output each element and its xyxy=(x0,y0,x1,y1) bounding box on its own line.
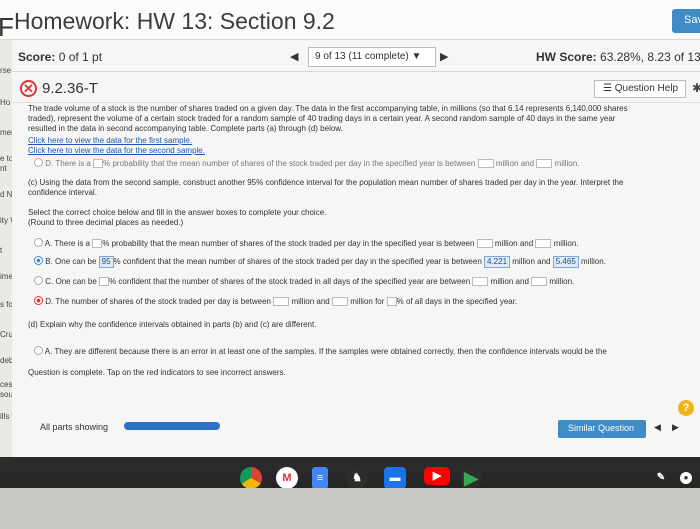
question-help-button[interactable]: ☰ Question Help xyxy=(594,80,686,98)
sidebar-fragment[interactable]: sources xyxy=(0,390,12,399)
answer-box[interactable] xyxy=(477,159,494,168)
next-part-icon[interactable]: ▶ xyxy=(672,422,679,433)
answer-box[interactable] xyxy=(535,239,552,248)
radio-icon[interactable] xyxy=(34,276,43,285)
device-bezel xyxy=(0,488,700,529)
answer-value[interactable]: 95 xyxy=(98,256,114,268)
option-c[interactable]: C. One can be % confident that the numbe… xyxy=(34,276,574,287)
part-c-text: confidence interval. xyxy=(28,188,97,197)
parts-progress-bar xyxy=(124,422,220,430)
answer-box[interactable] xyxy=(531,277,548,286)
intro-text: The trade volume of a stock is the numbe… xyxy=(28,104,628,113)
play-store-icon[interactable]: ▶ xyxy=(460,467,482,489)
sidebar-fragment[interactable]: rse xyxy=(0,66,11,75)
answer-box[interactable] xyxy=(476,239,493,248)
sidebar-fragment[interactable]: t xyxy=(0,246,2,255)
part-c-text: (c) Using the data from the second sampl… xyxy=(28,178,624,187)
youtube-icon[interactable]: ▶ xyxy=(424,467,450,485)
sidebar-fragment[interactable]: nt xyxy=(0,164,7,173)
answer-box[interactable] xyxy=(99,277,110,286)
option-b[interactable]: B. One can be 95% confident that the mea… xyxy=(34,256,606,268)
next-question-icon[interactable]: ▶ xyxy=(440,50,448,63)
question-body: The trade volume of a stock is the numbe… xyxy=(12,104,700,457)
prev-question-icon[interactable]: ◀ xyxy=(290,50,298,63)
save-button[interactable]: Sav xyxy=(672,9,700,33)
part-d-option-a[interactable]: A. They are different because there is a… xyxy=(34,346,607,357)
similar-question-button[interactable]: Similar Question xyxy=(558,420,646,438)
radio-icon[interactable] xyxy=(34,346,43,355)
sidebar-fragment[interactable]: debool xyxy=(0,356,12,365)
browser-screen: F Homework: HW 13: Section 9.2 Sav rse H… xyxy=(0,0,700,457)
answer-value[interactable]: 5.465 xyxy=(552,256,579,268)
help-question-icon[interactable]: ? xyxy=(678,400,694,416)
complete-message: Question is complete. Tap on the red ind… xyxy=(28,368,286,377)
answer-box[interactable] xyxy=(273,297,290,306)
intro-text: traded), represent the volume of a certa… xyxy=(28,114,616,123)
app-icon[interactable]: ♞ xyxy=(346,467,368,489)
sidebar-fragment[interactable]: ills for S xyxy=(0,412,12,421)
left-sidebar-cutoff: rse Ho mer e to nt d No ity W t imedi s … xyxy=(0,40,12,457)
chrome-icon[interactable] xyxy=(240,467,262,489)
sidebar-fragment[interactable]: e to xyxy=(0,154,12,163)
intro-text: resulted in the data in second accompany… xyxy=(28,124,343,133)
sidebar-fragment[interactable]: imedi xyxy=(0,272,12,281)
incorrect-icon[interactable]: ✕ xyxy=(20,80,37,97)
main-panel: Score: 0 of 1 pt ◀ 9 of 13 (11 complete)… xyxy=(12,40,700,457)
sidebar-fragment[interactable]: Crunc xyxy=(0,330,12,339)
docs-icon[interactable]: ≡ xyxy=(312,467,328,489)
instruction-text: Select the correct choice below and fill… xyxy=(28,208,327,217)
sidebar-fragment[interactable]: mer xyxy=(0,128,12,137)
question-row: ✕ 9.2.36-T ☰ Question Help ✱ xyxy=(12,73,700,103)
sidebar-fragment[interactable]: cessible xyxy=(0,380,12,389)
page-title: Homework: HW 13: Section 9.2 xyxy=(14,8,335,34)
files-icon[interactable]: ▬ xyxy=(384,467,406,489)
instruction-text: (Round to three decimal places as needed… xyxy=(28,218,184,227)
score-bar: Score: 0 of 1 pt ◀ 9 of 13 (11 complete)… xyxy=(12,40,700,72)
sidebar-fragment[interactable]: Ho xyxy=(0,98,10,107)
answer-box[interactable] xyxy=(331,297,348,306)
partial-letter: F xyxy=(0,12,14,42)
page-header: F Homework: HW 13: Section 9.2 Sav xyxy=(0,0,700,42)
option-a[interactable]: A. There is a % probability that the mea… xyxy=(34,238,579,249)
list-icon: ☰ xyxy=(603,83,612,94)
option-d[interactable]: D. The number of shares of the stock tra… xyxy=(34,296,517,307)
radio-incorrect-icon[interactable] xyxy=(34,296,43,305)
answer-box[interactable] xyxy=(93,159,104,168)
radio-icon[interactable] xyxy=(34,158,43,167)
part-d-text: (d) Explain why the confidence intervals… xyxy=(28,320,317,329)
answer-box[interactable] xyxy=(92,239,103,248)
gear-icon[interactable]: ✱ xyxy=(692,81,700,95)
sidebar-fragment[interactable]: d No xyxy=(0,190,12,199)
radio-icon[interactable] xyxy=(34,238,43,247)
pen-icon[interactable]: ✎ xyxy=(650,467,672,489)
info-icon[interactable]: ● xyxy=(680,472,692,484)
radio-selected-icon[interactable] xyxy=(34,256,43,265)
question-selector[interactable]: 9 of 13 (11 complete) ▼ xyxy=(308,47,436,67)
answer-box[interactable] xyxy=(536,159,553,168)
score: Score: 0 of 1 pt xyxy=(18,50,103,64)
answer-box[interactable] xyxy=(386,297,397,306)
answer-value[interactable]: 4.221 xyxy=(484,256,511,268)
hw-score: HW Score: 63.28%, 8.23 of 13 p xyxy=(536,50,700,64)
prev-part-icon[interactable]: ◀ xyxy=(654,422,661,433)
all-parts-label: All parts showing xyxy=(40,422,109,432)
previous-option[interactable]: D. There is a % probability that the mea… xyxy=(34,158,579,169)
second-sample-link[interactable]: Click here to view the data for the seco… xyxy=(28,146,205,156)
sidebar-fragment[interactable]: ity W xyxy=(0,216,12,225)
gmail-icon[interactable]: M xyxy=(276,467,298,489)
sidebar-fragment[interactable]: s for S xyxy=(0,300,12,309)
first-sample-link[interactable]: Click here to view the data for the firs… xyxy=(28,136,192,146)
answer-box[interactable] xyxy=(472,277,489,286)
question-id: 9.2.36-T xyxy=(42,80,98,97)
